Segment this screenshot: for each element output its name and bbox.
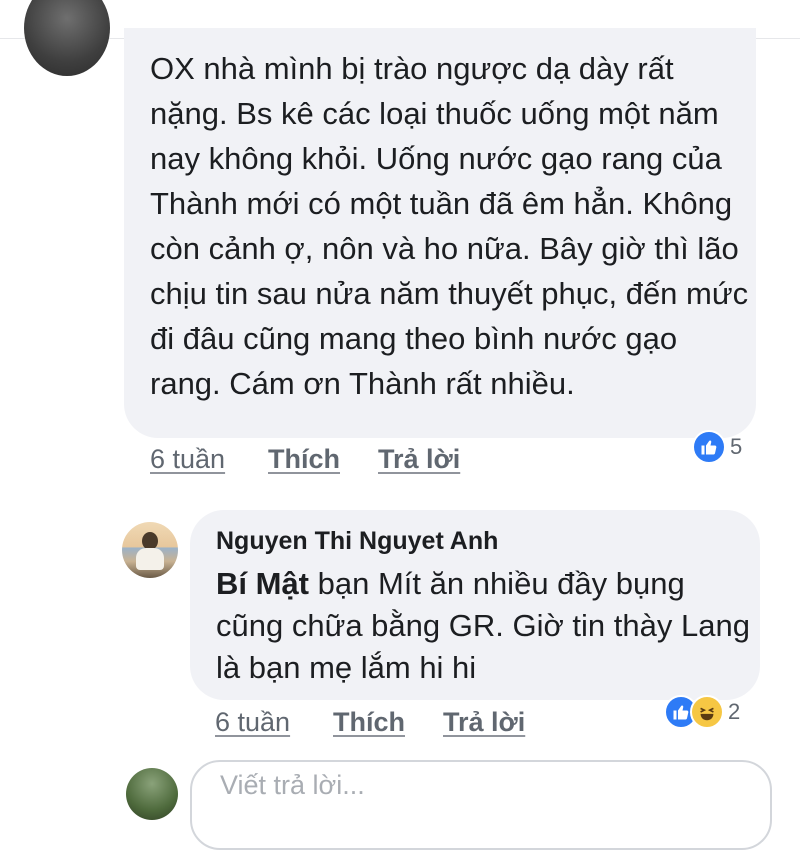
author-name[interactable]: Nguyen Thi Nguyet Anh [216, 527, 498, 556]
reply-link[interactable]: Trả lời [378, 444, 460, 475]
like-link[interactable]: Thích [333, 707, 405, 738]
avatar[interactable] [122, 522, 178, 578]
reaction-summary[interactable]: 2 [664, 695, 740, 729]
comment-time-link[interactable]: 6 tuần [150, 444, 225, 475]
reaction-count: 2 [728, 699, 741, 724]
reaction-summary[interactable]: 5 [692, 430, 742, 464]
like-link[interactable]: Thích [268, 444, 340, 475]
reply-actions: 6 tuần Thích Trả lời [215, 707, 615, 743]
avatar[interactable] [24, 0, 110, 76]
comment-text: OX nhà mình bị trào ngược dạ dày rất nặn… [150, 51, 749, 401]
reply-input[interactable]: Viết trả lời... [190, 760, 772, 850]
like-icon [692, 430, 726, 464]
avatar-figure-body [136, 548, 164, 570]
comment-actions: 6 tuần Thích Trả lời [150, 444, 550, 480]
reply-input-placeholder: Viết trả lời... [220, 770, 365, 800]
reply-text: Bí Mật bạn Mít ăn nhiều đầy bụng cũng ch… [216, 563, 756, 689]
reaction-count: 5 [730, 434, 743, 459]
haha-icon [690, 695, 724, 729]
comment-time-link[interactable]: 6 tuần [215, 707, 290, 738]
mention-link[interactable]: Bí Mật [216, 566, 309, 601]
reply-link[interactable]: Trả lời [443, 707, 525, 738]
avatar [126, 768, 178, 820]
